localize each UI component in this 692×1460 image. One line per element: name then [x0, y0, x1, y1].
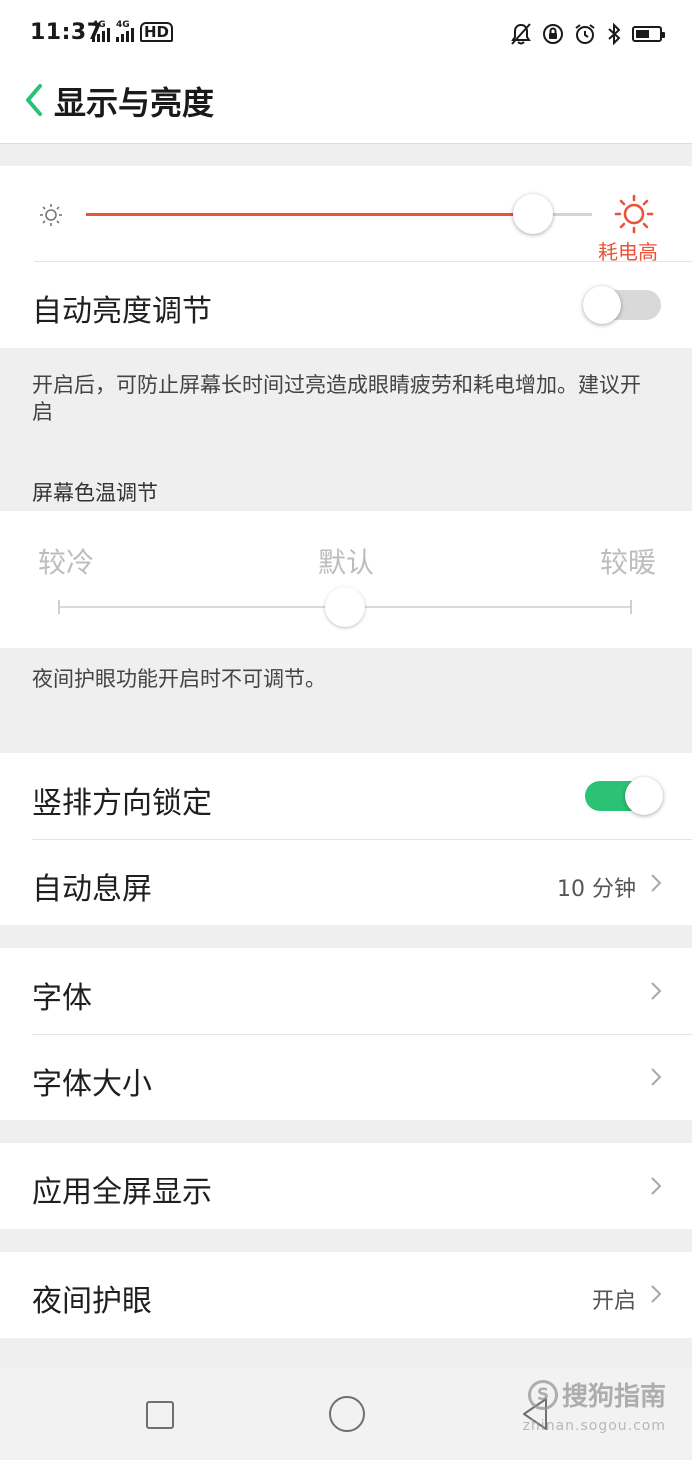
high-brightness-sun-icon	[614, 194, 654, 234]
low-brightness-sun-icon	[40, 204, 62, 226]
slider-tick	[630, 600, 632, 614]
font-size-row[interactable]: 字体大小	[0, 1035, 692, 1120]
orientation-lock-toggle[interactable]	[585, 777, 663, 815]
toggle-knob	[583, 286, 621, 324]
rotation-lock-icon	[543, 24, 563, 44]
network-type-label: 4G	[92, 20, 106, 30]
home-button[interactable]	[329, 1396, 365, 1432]
status-bar: 11:37 4G 4G HD	[0, 0, 692, 70]
chevron-right-icon	[651, 874, 662, 892]
font-size-label: 字体大小	[32, 1067, 152, 1102]
chevron-right-icon	[651, 1285, 662, 1303]
watermark-text: 搜狗指南	[561, 1382, 666, 1412]
night-mode-row[interactable]: 夜间护眼 开启	[0, 1252, 692, 1338]
brightness-slider[interactable]	[86, 194, 592, 252]
auto-sleep-label: 自动息屏	[32, 872, 152, 907]
hd-voice-icon: HD	[140, 22, 174, 42]
slider-fill	[86, 213, 532, 216]
back-arrow-icon[interactable]	[20, 80, 50, 120]
slider-tick	[58, 600, 60, 614]
alarm-icon	[575, 24, 595, 44]
color-temp-slider[interactable]	[58, 587, 632, 627]
night-mode-label: 夜间护眼	[32, 1284, 152, 1319]
signal-icon: 4G	[116, 20, 134, 42]
watermark-logo-icon: S	[527, 1379, 558, 1410]
chevron-right-icon	[651, 1068, 662, 1086]
color-temp-note: 夜间护眼功能开启时不可调节。	[32, 667, 326, 691]
status-icons	[510, 22, 665, 46]
chevron-right-icon	[651, 1177, 662, 1195]
temp-default-label: 默认	[318, 546, 375, 579]
night-mode-value: 开启	[591, 1289, 636, 1314]
color-temp-card: 较冷 默认 较暖	[0, 511, 692, 648]
color-temp-section-title: 屏幕色温调节	[32, 481, 158, 505]
battery-icon	[632, 26, 665, 42]
temp-cold-label: 较冷	[38, 546, 95, 579]
auto-brightness-toggle[interactable]	[583, 286, 661, 324]
mute-bell-icon	[511, 23, 531, 45]
temp-warm-label: 较暖	[600, 546, 657, 579]
page-title: 显示与亮度	[54, 84, 215, 122]
recent-apps-button[interactable]	[146, 1401, 174, 1429]
divider	[34, 261, 692, 262]
signal-icon: 4G	[92, 20, 110, 42]
network-type-label: 4G	[116, 20, 130, 30]
auto-brightness-note: 开启后，可防止屏幕长时间过亮造成眼睛疲劳和耗电增加。建议开启	[32, 373, 641, 424]
screen-settings-card: 竖排方向锁定 自动息屏 10 分钟	[0, 753, 692, 925]
page-header: 显示与亮度	[0, 70, 692, 144]
slider-handle[interactable]	[325, 587, 365, 627]
auto-brightness-label: 自动亮度调节	[32, 294, 212, 329]
fullscreen-apps-label: 应用全屏显示	[32, 1175, 212, 1210]
font-row[interactable]: 字体	[0, 948, 692, 1034]
fullscreen-apps-row[interactable]: 应用全屏显示	[0, 1143, 692, 1229]
watermark-url: zhinan.sogou.com	[522, 1418, 666, 1434]
orientation-lock-row: 竖排方向锁定	[0, 753, 692, 839]
brightness-card: 耗电高 自动亮度调节	[0, 166, 692, 348]
watermark: S 搜狗指南	[527, 1376, 666, 1413]
chevron-right-icon	[651, 982, 662, 1000]
orientation-lock-label: 竖排方向锁定	[32, 786, 212, 821]
bluetooth-icon	[608, 23, 621, 45]
font-card: 字体 字体大小	[0, 948, 692, 1120]
auto-sleep-row[interactable]: 自动息屏 10 分钟	[0, 840, 692, 925]
font-label: 字体	[32, 981, 92, 1016]
toggle-knob	[625, 777, 663, 815]
network-indicators: 4G 4G HD	[92, 20, 174, 42]
navigation-bar: S 搜狗指南 zhinan.sogou.com	[0, 1368, 692, 1460]
slider-handle[interactable]	[513, 194, 554, 234]
auto-sleep-value: 10 分钟	[557, 877, 636, 902]
